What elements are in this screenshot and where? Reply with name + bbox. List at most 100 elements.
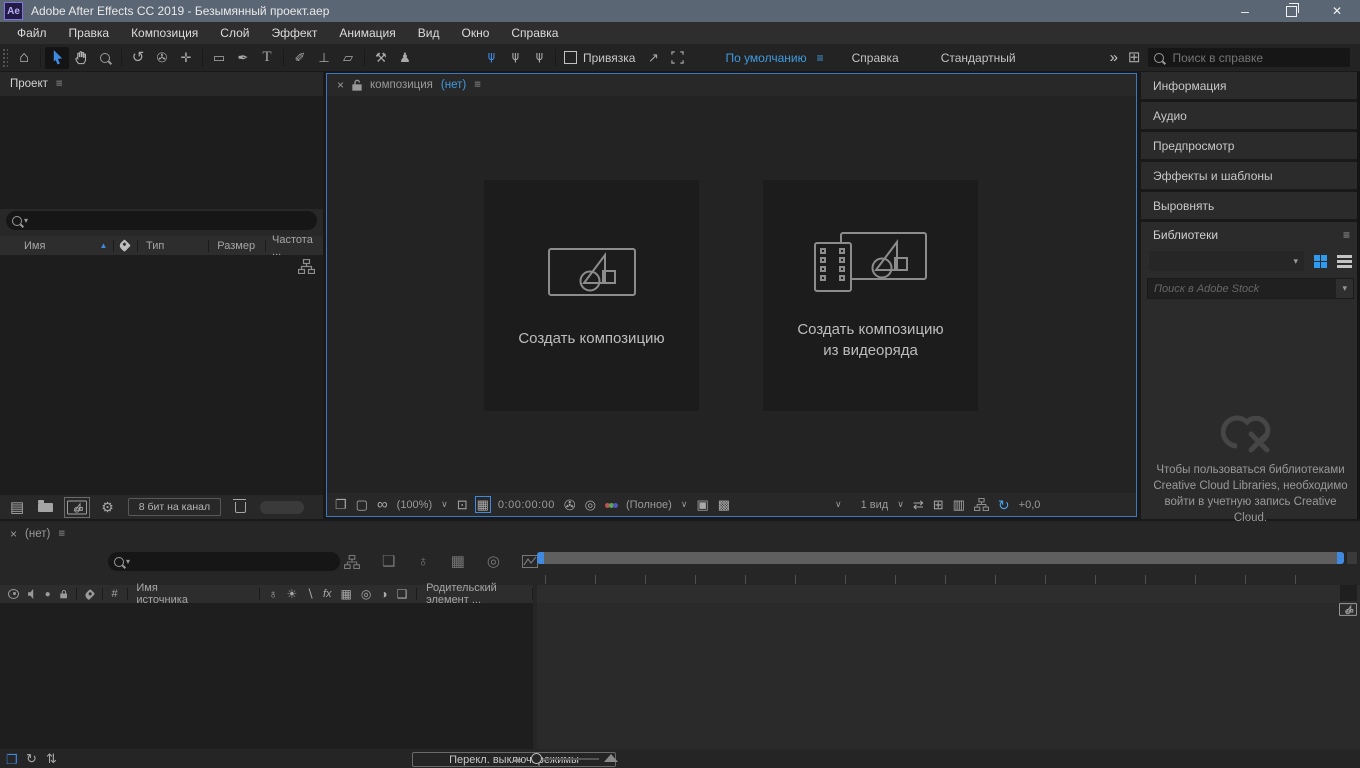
graph-editor-icon[interactable] [522,555,538,568]
collapse-switch-icon[interactable]: ☀ [287,588,298,600]
audio-icon[interactable] [28,589,36,599]
eraser-tool[interactable]: ▱ [336,47,360,69]
menu-file[interactable]: Файл [6,26,58,40]
magnification-value[interactable]: (100%) [397,499,432,511]
project-flowchart-icon[interactable] [298,259,315,274]
transparency-grid-icon[interactable]: ▩ [718,498,730,511]
roi-icon[interactable]: ⊡ [457,498,468,511]
new-folder-icon[interactable] [38,503,53,512]
magnification-caret[interactable]: ∨ [441,499,448,510]
comp-timecode[interactable]: 0:00:00:00 [498,499,555,511]
fx-switch-icon[interactable]: fx [323,589,332,600]
menu-layer[interactable]: Слой [209,26,260,40]
draft-3d-icon[interactable]: ❑ [382,554,395,569]
grid-view-icon[interactable] [1314,255,1327,268]
help-search[interactable] [1148,48,1350,67]
text-tool[interactable]: T [255,47,279,69]
stock-search-input[interactable] [1148,282,1336,296]
always-preview-icon[interactable]: ❐ [335,498,347,511]
shy-switch-icon[interactable]: ♁ [269,588,278,600]
view-layout-caret[interactable]: ∨ [835,499,842,510]
layer-3d-switch-icon[interactable]: ❑ [397,588,408,600]
inout-columns-icon[interactable]: ⇅ [46,752,57,765]
brush-tool[interactable]: ✐ [288,47,312,69]
menu-composition[interactable]: Композиция [120,26,209,40]
project-panel-menu-icon[interactable]: ≡ [56,78,63,90]
workspace-overflow-button[interactable]: » [1110,49,1118,66]
info-panel-header[interactable]: Информация [1141,72,1360,99]
interpret-footage-icon[interactable]: ▤ [10,500,24,515]
local-axis-mode[interactable]: ⋔ [479,47,503,69]
list-view-icon[interactable] [1337,255,1352,268]
workspace-menu-icon[interactable]: ≡ [817,51,824,65]
timeline-tab-close-icon[interactable]: × [10,527,17,541]
world-axis-mode[interactable]: ⋔ [503,47,527,69]
resolution-value[interactable]: (Полное) [626,499,672,511]
column-type[interactable]: Тип [146,240,164,252]
zoom-out-mountain-icon[interactable] [512,758,522,762]
view-axis-mode[interactable]: ⋔ [527,47,551,69]
clone-stamp-tool[interactable]: ⊥ [312,47,336,69]
close-button[interactable]: ✕ [1314,0,1360,22]
layer-number-column[interactable]: # [112,588,118,600]
unlock-icon[interactable] [352,79,362,91]
adjustment-layer-switch-icon[interactable]: ◑ [380,588,387,600]
video-visibility-icon[interactable] [8,589,19,599]
bit-depth-button[interactable]: 8 бит на канал [128,498,221,516]
pan-behind-tool[interactable]: ✛ [174,47,198,69]
project-search[interactable]: ▾ [6,211,317,230]
puppet-pin-tool[interactable]: ♟ [393,47,417,69]
audio-panel-header[interactable]: Аудио [1141,102,1360,129]
timeline-scroll-corner[interactable] [1347,552,1357,564]
workspace-help-tab[interactable]: Справка [852,51,899,65]
zoom-handle-right[interactable] [1337,552,1344,564]
project-tab[interactable]: Проект ≡ [0,72,323,96]
track-scroll-thumb[interactable] [1340,585,1357,601]
view-count-value[interactable]: 1 вид [861,499,889,511]
toolbar-grip[interactable] [2,48,8,68]
stock-search[interactable]: ▾ [1147,278,1354,299]
shared-view-icon[interactable]: ⇄ [913,498,924,511]
pen-tool[interactable]: ✒ [231,47,255,69]
preview-panel-header[interactable]: Предпросмотр [1141,132,1360,159]
home-tool[interactable]: ⌂ [12,47,36,69]
roto-brush-tool[interactable]: ⚒ [369,47,393,69]
grid-options-icon[interactable]: ▦ [477,498,489,511]
comp-mini-flowchart-icon[interactable] [344,555,360,569]
menu-effect[interactable]: Эффект [260,26,328,40]
restore-button[interactable] [1268,0,1314,22]
align-panel-header[interactable]: Выровнять [1141,192,1360,219]
selection-tool[interactable] [45,47,69,69]
effects-presets-panel-header[interactable]: Эффекты и шаблоны [1141,162,1360,189]
menu-window[interactable]: Окно [450,26,500,40]
primary-monitor-icon[interactable]: ▢ [356,498,368,511]
composition-tab[interactable]: × композиция (нет) ≡ [327,74,1136,96]
project-search-caret[interactable]: ▾ [24,216,28,225]
project-settings-icon[interactable]: ⚙ [101,500,114,514]
target-region-icon[interactable]: ▣ [696,498,708,511]
stereo-3d-glasses-icon[interactable]: ∞ [377,497,388,512]
render-time-icon[interactable]: ↻ [26,752,37,765]
timeline-zoom-scrollbar[interactable] [537,552,1344,564]
libraries-panel-menu-icon[interactable]: ≡ [1343,228,1350,242]
quality-switch-icon[interactable]: ∖ [306,588,314,600]
menu-view[interactable]: Вид [407,26,451,40]
exposure-value[interactable]: +0,0 [1019,499,1041,511]
snapshot-camera-icon[interactable]: ✇ [564,498,576,512]
comp-button-icon[interactable] [1339,603,1357,616]
project-items-area[interactable] [0,255,323,495]
resolution-caret[interactable]: ∨ [681,499,688,510]
reset-exposure-icon[interactable]: ↻ [998,498,1010,512]
rotate-tool[interactable]: ↺ [126,47,150,69]
column-size[interactable]: Размер [217,240,255,252]
label-column-icon[interactable] [84,588,95,599]
column-rate[interactable]: Частота ... [272,234,323,258]
new-composition-card[interactable]: Создать композицию [484,180,699,411]
menu-edit[interactable]: Правка [58,26,121,40]
minimize-button[interactable]: – [1222,0,1268,22]
mini-flowchart-icon[interactable] [974,498,989,511]
menu-help[interactable]: Справка [500,26,569,40]
timeline-search[interactable]: ▾ [108,552,340,571]
motion-blur-switch-icon[interactable]: ◎ [361,588,371,600]
hand-tool[interactable] [69,47,93,69]
